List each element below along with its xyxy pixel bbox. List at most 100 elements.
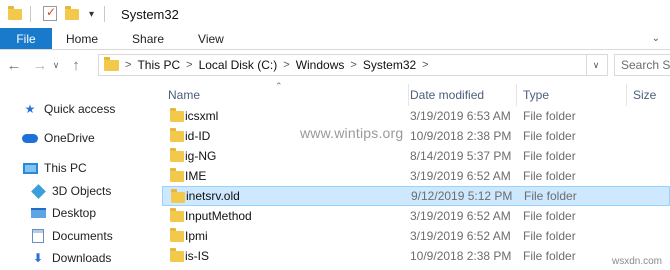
file-row-selected[interactable]: inetsrv.old 9/12/2019 5:12 PM File folde… xyxy=(162,186,670,206)
nav-item-label: This PC xyxy=(44,161,87,175)
file-type: File folder xyxy=(523,249,576,263)
folder-icon xyxy=(171,189,185,203)
file-name: ig-NG xyxy=(185,149,217,163)
watermark: www.wintips.org xyxy=(300,125,404,141)
customize-toolbar-dropdown-icon[interactable]: ▾ xyxy=(89,9,94,20)
window-title: System32 xyxy=(121,6,179,22)
breadcrumb-local-disk[interactable]: Local Disk (C:) xyxy=(199,58,278,72)
column-header-date-modified[interactable]: Date modified xyxy=(404,84,517,106)
file-date: 3/19/2019 6:52 AM xyxy=(410,209,511,223)
address-folder-icon xyxy=(104,56,119,71)
up-arrow-icon[interactable]: ↑ xyxy=(66,57,86,74)
tab-share[interactable]: Share xyxy=(115,28,181,49)
nav-item-label: OneDrive xyxy=(44,131,95,145)
toolbar-divider xyxy=(30,6,31,22)
forward-arrow-icon[interactable]: → xyxy=(30,57,50,74)
file-date: 8/14/2019 5:37 PM xyxy=(410,149,512,163)
computer-icon xyxy=(22,160,38,176)
breadcrumb-separator[interactable]: > xyxy=(422,59,428,71)
new-folder-icon[interactable] xyxy=(65,6,81,22)
star-icon: ★ xyxy=(24,102,36,116)
file-row[interactable]: is-IS 10/9/2018 2:38 PM File folder xyxy=(162,246,670,266)
nav-item-label: Desktop xyxy=(52,206,97,220)
file-type: File folder xyxy=(523,229,576,243)
navigation-pane: ★ Quick access OneDrive This PC 3D Objec… xyxy=(0,82,150,270)
nav-item-onedrive[interactable]: OneDrive xyxy=(22,127,95,149)
file-date: 9/12/2019 5:12 PM xyxy=(411,189,513,203)
source-credit: wsxdn.com xyxy=(611,256,662,267)
file-name: id-ID xyxy=(185,129,211,143)
nav-item-label: Documents xyxy=(52,229,113,243)
breadcrumb-separator[interactable]: > xyxy=(186,59,192,71)
file-row[interactable]: InputMethod 3/19/2019 6:52 AM File folde… xyxy=(162,206,670,226)
file-name: is-IS xyxy=(185,249,209,263)
nav-item-desktop[interactable]: Desktop xyxy=(30,202,96,224)
cloud-icon xyxy=(22,130,38,146)
breadcrumb-windows[interactable]: Windows xyxy=(296,58,345,72)
file-row[interactable]: Ipmi 3/19/2019 6:52 AM File folder xyxy=(162,226,670,246)
address-bar[interactable]: > This PC > Local Disk (C:) > Windows > … xyxy=(98,54,608,76)
folder-icon xyxy=(170,148,184,162)
nav-item-3d-objects[interactable]: 3D Objects xyxy=(30,180,111,202)
breadcrumb-separator[interactable]: > xyxy=(283,59,289,71)
column-header-size[interactable]: Size xyxy=(627,84,670,106)
address-dropdown-icon[interactable]: ∨ xyxy=(593,60,600,71)
nav-item-quick-access[interactable]: ★ Quick access xyxy=(22,98,116,120)
navigation-bar: ← → ∨ ↑ > This PC > Local Disk (C:) > Wi… xyxy=(0,50,670,80)
column-header-type[interactable]: Type xyxy=(517,84,627,106)
folder-icon xyxy=(170,208,184,222)
folder-icon xyxy=(170,168,184,182)
nav-item-label: Downloads xyxy=(52,251,112,265)
file-date: 3/19/2019 6:52 AM xyxy=(410,229,511,243)
folder-icon xyxy=(170,108,184,122)
recent-locations-dropdown-icon[interactable]: ∨ xyxy=(50,60,62,71)
file-name: icsxml xyxy=(185,109,219,123)
file-list: icsxml 3/19/2019 6:53 AM File folder id-… xyxy=(150,106,670,270)
nav-item-documents[interactable]: Documents xyxy=(30,225,113,247)
file-type: File folder xyxy=(523,129,576,143)
breadcrumb-system32[interactable]: System32 xyxy=(363,58,416,72)
file-row[interactable]: ig-NG 8/14/2019 5:37 PM File folder xyxy=(162,146,670,166)
search-box[interactable] xyxy=(614,54,670,76)
tab-home[interactable]: Home xyxy=(52,28,115,49)
file-name: inetsrv.old xyxy=(186,189,240,203)
cube-icon xyxy=(30,183,46,199)
file-name: IME xyxy=(185,169,207,183)
nav-item-label: Quick access xyxy=(44,102,116,116)
properties-icon[interactable] xyxy=(43,5,59,22)
refresh-button[interactable]: ∨ xyxy=(586,54,608,76)
ribbon-tabs: File Home Share View ⌄ xyxy=(0,28,670,50)
expand-ribbon-icon[interactable]: ⌄ xyxy=(652,28,670,49)
nav-item-this-pc[interactable]: This PC xyxy=(22,157,87,179)
search-input[interactable] xyxy=(621,58,670,72)
folder-icon xyxy=(170,248,184,262)
folder-icon[interactable] xyxy=(8,6,24,22)
file-row[interactable]: IME 3/19/2019 6:52 AM File folder xyxy=(162,166,670,186)
desktop-icon xyxy=(30,205,46,221)
tab-file[interactable]: File xyxy=(0,28,52,49)
breadcrumb-this-pc[interactable]: This PC xyxy=(137,58,180,72)
file-row[interactable]: id-ID 10/9/2018 2:38 PM File folder xyxy=(162,126,670,146)
file-date: 3/19/2019 6:53 AM xyxy=(410,109,511,123)
documents-icon xyxy=(30,228,46,244)
nav-item-downloads[interactable]: ⬇ Downloads xyxy=(30,247,111,269)
file-name: InputMethod xyxy=(185,209,252,223)
file-type: File folder xyxy=(523,109,576,123)
column-headers: ⌃ Name Date modified Type Size xyxy=(150,81,670,106)
file-type: File folder xyxy=(524,189,577,203)
file-name: Ipmi xyxy=(185,229,208,243)
breadcrumb-separator[interactable]: > xyxy=(350,59,356,71)
breadcrumb-separator[interactable]: > xyxy=(125,59,131,71)
file-date: 3/19/2019 6:52 AM xyxy=(410,169,511,183)
file-type: File folder xyxy=(523,149,576,163)
file-row[interactable]: icsxml 3/19/2019 6:53 AM File folder xyxy=(162,106,670,126)
tab-view[interactable]: View xyxy=(181,28,241,49)
folder-icon xyxy=(170,228,184,242)
back-arrow-icon[interactable]: ← xyxy=(4,57,24,74)
folder-icon xyxy=(170,128,184,142)
title-divider xyxy=(104,6,106,22)
file-type: File folder xyxy=(523,209,576,223)
column-header-name[interactable]: Name xyxy=(162,84,409,106)
nav-item-label: 3D Objects xyxy=(52,184,112,198)
download-icon: ⬇ xyxy=(32,251,44,265)
